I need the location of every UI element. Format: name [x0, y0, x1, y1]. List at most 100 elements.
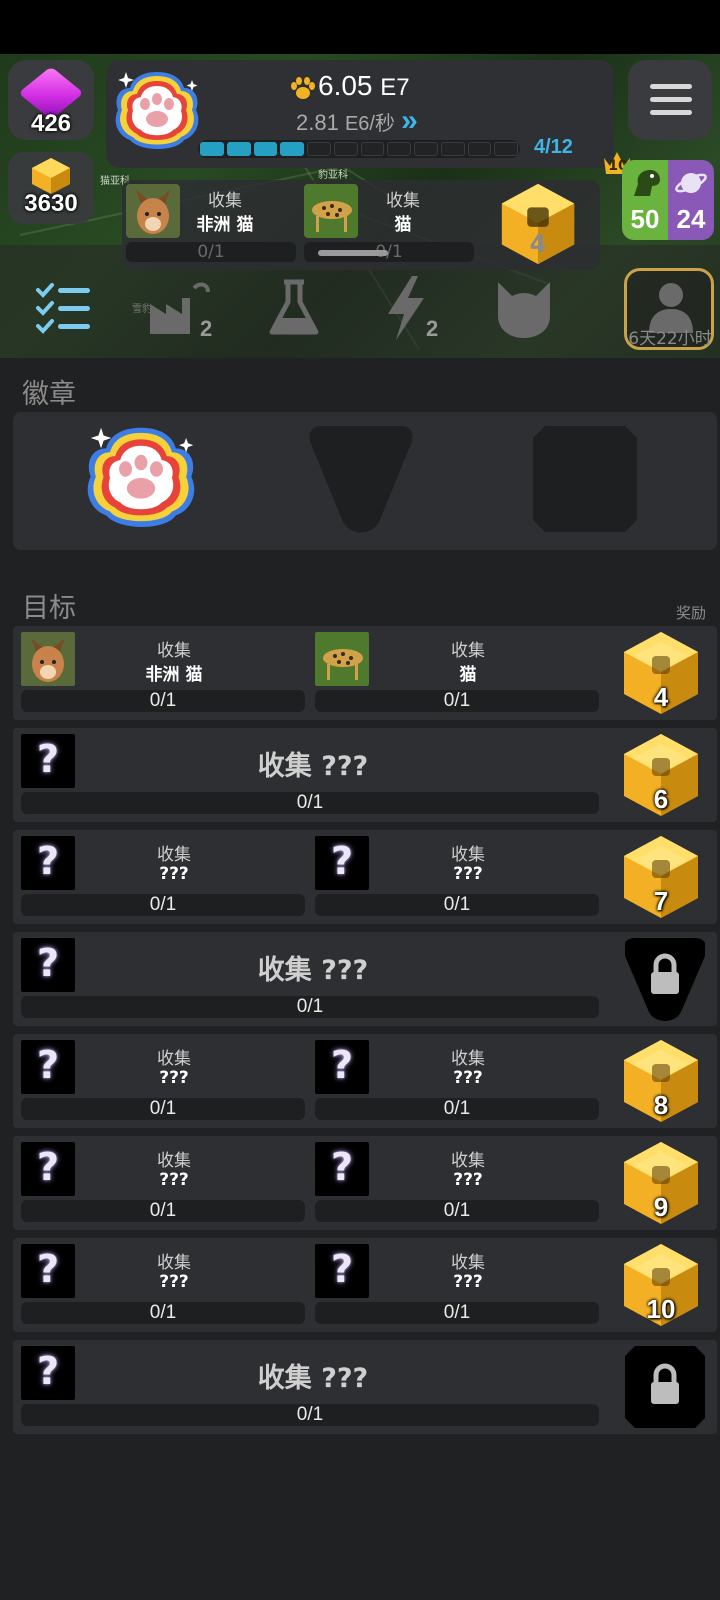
locked-badge-slot [309, 426, 413, 533]
question-mark-icon: ? [36, 1145, 60, 1189]
goal-row[interactable]: ? 收集 ??? 0/1 6 [13, 728, 717, 822]
goal-target-name: ??? [159, 1068, 189, 1088]
goal-progress-bar: 0/1 [315, 1098, 599, 1120]
paw-income-panel[interactable]: 6.05 E7 2.81 E6/秒 » 4/12 [106, 60, 614, 168]
progress-segment [440, 142, 465, 156]
goal-progress-text: 0/1 [443, 1200, 471, 1221]
dinosaur-icon [634, 170, 660, 196]
caracal-thumbnail [126, 184, 180, 238]
goal-row[interactable]: 收集 非洲 猫 0/1 收集猫 0/1 4 [13, 626, 717, 720]
goal-label: 收集 [157, 1151, 191, 1171]
progress-segment [307, 142, 331, 156]
goal-row[interactable]: ? 收集??? 0/1? 收集??? 0/1 9 [13, 1136, 717, 1230]
goal-progress-bar: 0/1 [21, 690, 305, 712]
flask-icon [269, 279, 319, 335]
reward-count: 4 [653, 682, 669, 712]
boosts-badge: 2 [426, 316, 439, 341]
paw-amount-value: 6.05 [318, 70, 373, 101]
goal-row[interactable]: ? 收集??? 0/1? 收集??? 0/1 7 [13, 830, 717, 924]
strip-goal-name: 猫 [394, 215, 412, 235]
goal-target-name: ??? [453, 1170, 483, 1190]
goal-row[interactable]: ? 收集 ??? 0/1 [13, 932, 717, 1026]
reward-count: 8 [653, 1090, 669, 1120]
fast-forward-icon[interactable]: » [401, 104, 418, 137]
gold-count: 3630 [24, 190, 78, 217]
goal-text: 收集 ??? [257, 955, 369, 986]
locked-reward-icon [625, 938, 705, 1021]
gem-counter[interactable]: 426 [8, 60, 94, 140]
planet-counter[interactable]: 24 [668, 160, 714, 240]
goal-row[interactable]: ? 收集??? 0/1? 收集??? 0/1 10 [13, 1238, 717, 1332]
goal-progress-bar: 0/1 [21, 996, 599, 1018]
goal-row[interactable]: ? 收集 ??? 0/1 [13, 1340, 717, 1434]
tab-goals[interactable] [24, 268, 104, 348]
gold-counter[interactable]: 3630 [8, 152, 94, 224]
rainbow-paw-badge-icon[interactable] [83, 420, 199, 536]
unknown-animal-thumbnail: ? [21, 1244, 75, 1298]
progress-segment [387, 142, 411, 156]
tab-research[interactable] [254, 268, 334, 348]
strip-goal-label: 收集 [386, 191, 420, 211]
rainbow-paw-badge-icon [115, 72, 199, 149]
goal-progress-bar: 0/1 [21, 1200, 305, 1222]
progress-segment [414, 142, 438, 156]
question-mark-icon: ? [330, 1145, 354, 1189]
progress-segment [226, 142, 251, 156]
dinosaur-counter[interactable]: 50 [622, 160, 668, 240]
unknown-animal-thumbnail: ? [21, 1040, 75, 1094]
serval-thumbnail [304, 184, 358, 238]
reward-count: 7 [653, 886, 669, 916]
hamburger-icon-bar [650, 110, 692, 115]
unknown-animal-thumbnail: ? [315, 1040, 369, 1094]
goal-progress-bar: 0/1 [315, 1200, 599, 1222]
goal-progress-text: 0/1 [443, 894, 471, 915]
goal-progress-text: 0/1 [443, 1098, 471, 1119]
goal-label: 收集 [157, 845, 191, 865]
unknown-animal-thumbnail: ? [315, 1142, 369, 1196]
goal-target-name: ??? [453, 1068, 483, 1088]
caracal-thumbnail [21, 632, 75, 686]
goal-target-name: ??? [453, 1272, 483, 1292]
goal-text: 收集 ??? [257, 751, 369, 782]
goal-progress-bar: 0/1 [21, 792, 599, 814]
question-mark-icon: ? [36, 839, 60, 883]
goal-row[interactable]: ? 收集??? 0/1? 收集??? 0/1 8 [13, 1034, 717, 1128]
badges-title: 徽章 [22, 379, 76, 410]
question-mark-icon: ? [330, 1247, 354, 1291]
locked-reward-icon [625, 1346, 705, 1428]
cat-icon [498, 282, 550, 338]
goals-title: 目标 [22, 593, 76, 624]
reward-count: 6 [653, 784, 669, 814]
planet-count: 24 [676, 204, 706, 234]
current-goal-strip[interactable]: 收集 非洲 猫 0/1 收集 猫 0/1 4 [122, 180, 600, 270]
level-progress-bar [198, 140, 520, 158]
strip-scroll-handle[interactable] [318, 250, 388, 256]
rate-value: 2.81 [296, 110, 339, 135]
goal-label: 收集 [451, 641, 485, 661]
unknown-animal-thumbnail: ? [315, 1244, 369, 1298]
unknown-animal-thumbnail: ? [21, 836, 75, 890]
planet-icon [675, 173, 707, 193]
reward-count: 9 [653, 1192, 669, 1222]
tab-cats[interactable] [484, 268, 564, 348]
rate-exp: E6/秒 [344, 113, 395, 135]
dinosaur-count: 50 [630, 204, 660, 234]
goal-progress-text: 0/1 [443, 1302, 471, 1323]
goal-progress-bar: 0/1 [21, 1302, 305, 1324]
reward-column-label: 奖励 [676, 604, 707, 622]
goal-target-name: ??? [159, 1272, 189, 1292]
menu-button[interactable] [628, 60, 712, 140]
goal-progress-text: 0/1 [149, 1302, 177, 1323]
goal-progress-text: 0/1 [149, 1200, 177, 1221]
goal-target-name: ??? [159, 864, 189, 884]
event-timer: 6天22小时 [628, 329, 712, 349]
map-label: 豹亚科 [318, 170, 348, 181]
goal-label: 收集 [157, 1049, 191, 1069]
goal-target-name: ??? [453, 864, 483, 884]
level-progress-text: 4/12 [534, 136, 573, 158]
goal-progress-text: 0/1 [296, 996, 324, 1017]
progress-segment [253, 142, 278, 156]
goal-progress-bar: 0/1 [315, 690, 599, 712]
goal-progress-text: 0/1 [296, 792, 324, 813]
screen: { "header": { "gems": "426", "gold": "36… [0, 0, 720, 1600]
